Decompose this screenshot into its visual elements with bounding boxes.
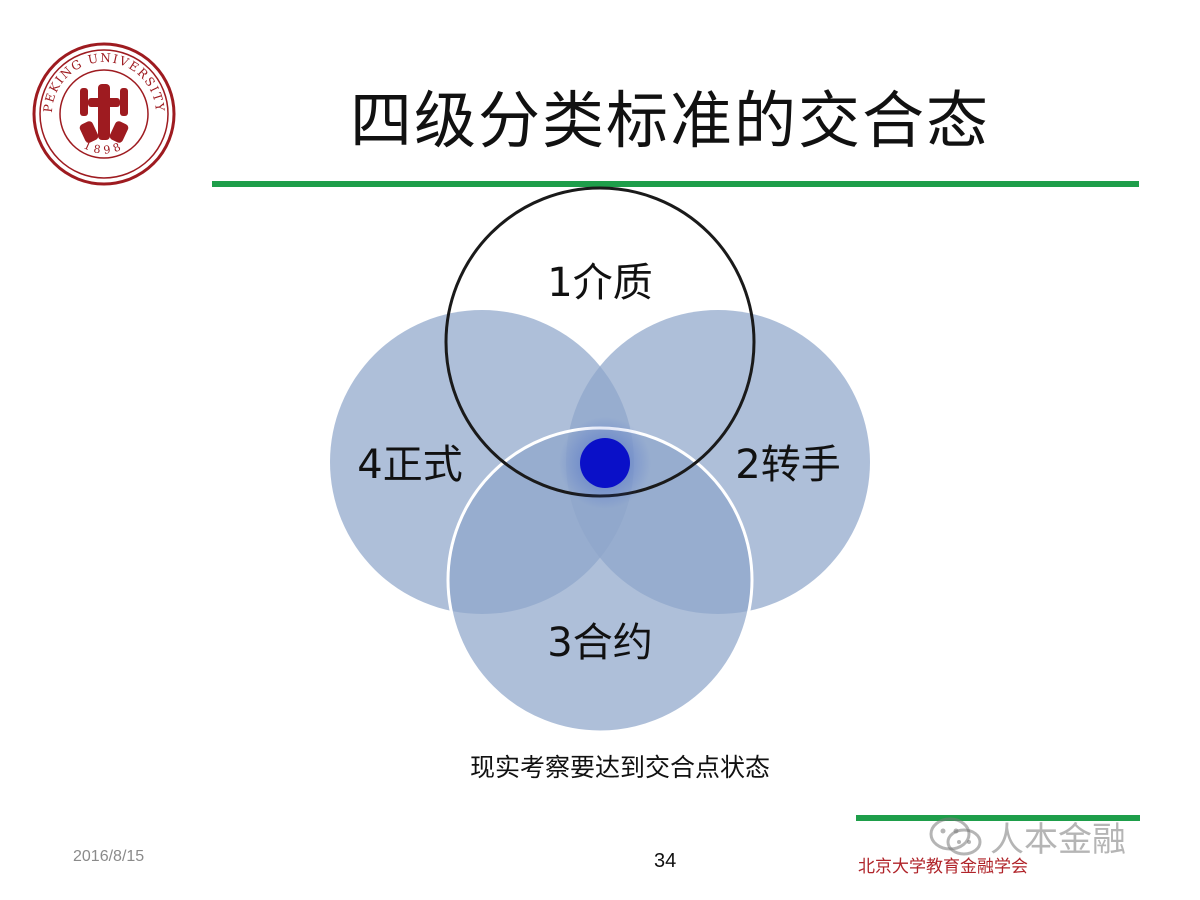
diagram-caption: 现实考察要达到交合点状态 xyxy=(469,753,770,782)
venn-diagram: 1介质 2转手 3合约 4正式 xyxy=(330,186,870,734)
page-number: 34 xyxy=(654,850,677,872)
label-transfer: 2转手 xyxy=(735,442,840,488)
logo-emblem xyxy=(79,84,129,143)
peking-university-logo: PEKING UNIVERSITY 1898 xyxy=(32,42,176,186)
footer-date: 2016/8/15 xyxy=(73,848,145,865)
slide-title: 四级分类标准的交合态 xyxy=(349,84,990,157)
label-medium: 1介质 xyxy=(547,260,652,306)
label-contract: 3合约 xyxy=(547,620,652,666)
label-formal: 4正式 xyxy=(357,442,462,488)
footer-organization: 北京大学教育金融学会 xyxy=(858,857,1028,877)
center-marker xyxy=(580,438,630,488)
